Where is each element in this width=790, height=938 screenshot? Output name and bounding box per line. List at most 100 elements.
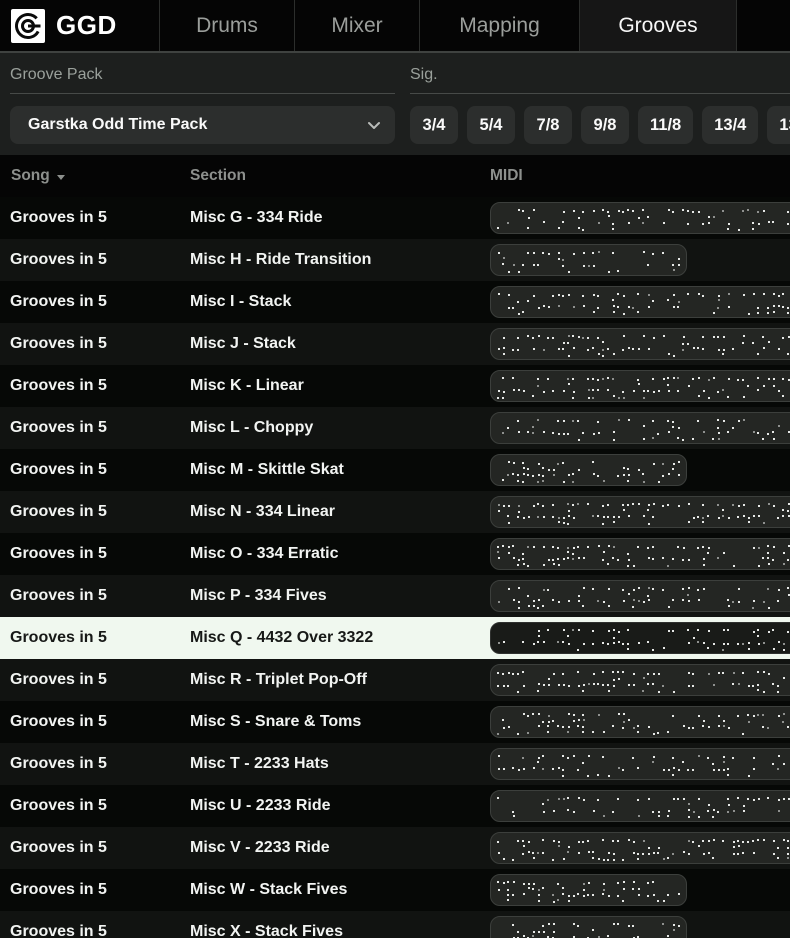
midi-preview[interactable] [490,244,687,276]
table-row[interactable]: Grooves in 5Misc U - 2233 Ride [0,785,790,827]
column-header-song[interactable]: Song [0,167,190,185]
cell-midi [490,281,790,323]
groove-pack-group: Groove Pack Garstka Odd Time Pack [10,53,395,155]
cell-section: Misc V - 2233 Ride [190,839,490,857]
midi-preview[interactable] [490,370,790,402]
sig-button-3-4[interactable]: 3/4 [410,106,458,144]
cell-midi [490,239,790,281]
cell-section: Misc H - Ride Transition [190,251,490,269]
cell-song: Grooves in 5 [0,293,190,311]
cell-section: Misc T - 2233 Hats [190,755,490,773]
cell-midi [490,197,790,239]
cell-midi [490,533,790,575]
cell-midi [490,407,790,449]
tab-mapping[interactable]: Mapping [420,0,580,51]
table-row[interactable]: Grooves in 5Misc V - 2233 Ride [0,827,790,869]
cell-midi [490,449,790,491]
midi-preview[interactable] [490,832,790,864]
cell-midi [490,659,790,701]
cell-section: Misc R - Triplet Pop-Off [190,671,490,689]
chevron-down-icon [367,121,381,130]
sig-rule [410,93,790,94]
table-row[interactable]: Grooves in 5Misc K - Linear [0,365,790,407]
table-row[interactable]: Grooves in 5Misc G - 334 Ride [0,197,790,239]
cell-section: Misc X - Stack Fives [190,923,490,938]
tab-grooves[interactable]: Grooves [580,0,737,51]
midi-preview[interactable] [490,580,790,612]
cell-midi [490,869,790,911]
table-row[interactable]: Grooves in 5Misc M - Skittle Skat [0,449,790,491]
midi-preview[interactable] [490,454,687,486]
sig-button-13-4[interactable]: 13/4 [702,106,758,144]
sig-button-11-8[interactable]: 11/8 [638,106,693,144]
groove-pack-select[interactable]: Garstka Odd Time Pack [10,106,395,144]
midi-preview[interactable] [490,916,687,938]
midi-preview[interactable] [490,538,790,570]
cell-song: Grooves in 5 [0,629,190,647]
cell-section: Misc O - 334 Erratic [190,545,490,563]
sig-button-7-8[interactable]: 7/8 [524,106,572,144]
midi-preview[interactable] [490,874,687,906]
midi-preview[interactable] [490,664,790,696]
cell-section: Misc I - Stack [190,293,490,311]
table-row[interactable]: Grooves in 5Misc J - Stack [0,323,790,365]
grooves-table: Song Section MIDI Grooves in 5Misc G - 3… [0,155,790,938]
ggd-plugin-window: GGD DrumsMixerMappingGrooves Groove Pack… [0,0,790,938]
sig-label: Sig. [410,65,790,85]
tabbar-filler [737,0,790,51]
cell-section: Misc Q - 4432 Over 3322 [190,629,490,647]
cell-song: Grooves in 5 [0,461,190,479]
groove-pack-rule [10,93,395,94]
cell-section: Misc S - Snare & Toms [190,713,490,731]
cell-song: Grooves in 5 [0,335,190,353]
cell-midi [490,491,790,533]
cell-midi [490,911,790,938]
midi-preview[interactable] [490,412,790,444]
table-row[interactable]: Grooves in 5Misc N - 334 Linear [0,491,790,533]
cell-song: Grooves in 5 [0,713,190,731]
table-row[interactable]: Grooves in 5Misc T - 2233 Hats [0,743,790,785]
table-body: Grooves in 5Misc G - 334 RideGrooves in … [0,197,790,938]
table-row[interactable]: Grooves in 5Misc Q - 4432 Over 3322 [0,617,790,659]
table-row[interactable]: Grooves in 5Misc H - Ride Transition [0,239,790,281]
cell-midi [490,743,790,785]
cell-song: Grooves in 5 [0,671,190,689]
tab-drums[interactable]: Drums [160,0,295,51]
midi-preview[interactable] [490,202,790,234]
midi-preview[interactable] [490,706,790,738]
table-row[interactable]: Grooves in 5Misc O - 334 Erratic [0,533,790,575]
sig-button-5-4[interactable]: 5/4 [467,106,515,144]
midi-preview[interactable] [490,748,790,780]
cell-song: Grooves in 5 [0,881,190,899]
column-header-midi: MIDI [490,167,790,185]
groove-toolbar: Groove Pack Garstka Odd Time Pack Sig. 3… [0,51,790,155]
midi-preview[interactable] [490,496,790,528]
cell-midi [490,617,790,659]
table-row[interactable]: Grooves in 5Misc W - Stack Fives [0,869,790,911]
cell-midi [490,365,790,407]
cell-song: Grooves in 5 [0,377,190,395]
column-header-section[interactable]: Section [190,167,490,185]
cell-section: Misc M - Skittle Skat [190,461,490,479]
sig-button-13-16[interactable]: 13/16 [767,106,790,144]
table-row[interactable]: Grooves in 5Misc L - Choppy [0,407,790,449]
table-row[interactable]: Grooves in 5Misc S - Snare & Toms [0,701,790,743]
midi-preview[interactable] [490,790,790,822]
table-row[interactable]: Grooves in 5Misc R - Triplet Pop-Off [0,659,790,701]
cell-section: Misc W - Stack Fives [190,881,490,899]
cell-midi [490,575,790,617]
tab-mixer[interactable]: Mixer [295,0,420,51]
cell-song: Grooves in 5 [0,839,190,857]
logo-text: GGD [56,10,117,41]
midi-preview[interactable] [490,328,790,360]
cell-song: Grooves in 5 [0,797,190,815]
sig-button-9-8[interactable]: 9/8 [581,106,629,144]
midi-preview[interactable] [490,622,790,654]
table-row[interactable]: Grooves in 5Misc I - Stack [0,281,790,323]
table-row[interactable]: Grooves in 5Misc X - Stack Fives [0,911,790,938]
cell-song: Grooves in 5 [0,503,190,521]
midi-preview[interactable] [490,286,790,318]
table-row[interactable]: Grooves in 5Misc P - 334 Fives [0,575,790,617]
cell-midi [490,323,790,365]
cell-song: Grooves in 5 [0,545,190,563]
